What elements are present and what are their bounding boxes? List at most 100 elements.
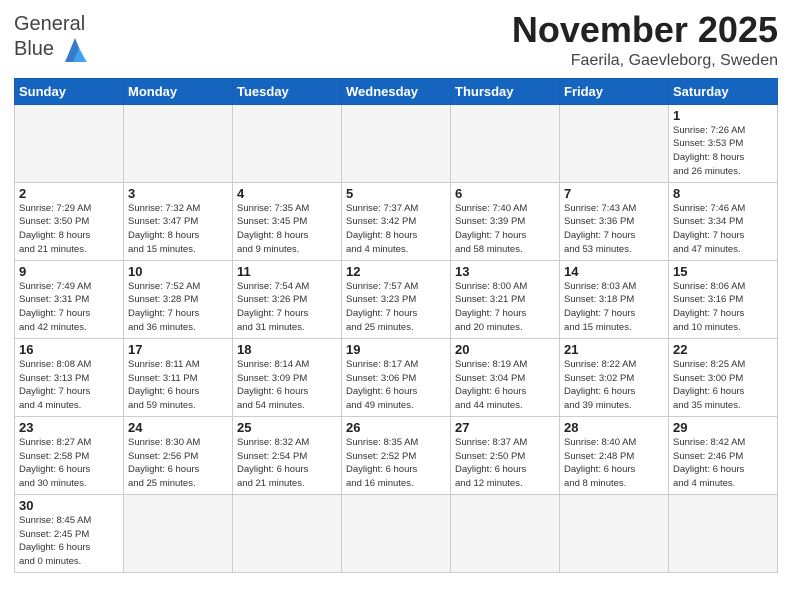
calendar-cell: 2Sunrise: 7:29 AM Sunset: 3:50 PM Daylig… [15, 182, 124, 260]
day-info: Sunrise: 7:49 AM Sunset: 3:31 PM Dayligh… [19, 280, 119, 335]
calendar-cell: 20Sunrise: 8:19 AM Sunset: 3:04 PM Dayli… [451, 338, 560, 416]
weekday-header-saturday: Saturday [669, 78, 778, 104]
calendar-cell [124, 104, 233, 182]
calendar-week-row: 9Sunrise: 7:49 AM Sunset: 3:31 PM Daylig… [15, 260, 778, 338]
day-info: Sunrise: 7:46 AM Sunset: 3:34 PM Dayligh… [673, 202, 773, 257]
day-info: Sunrise: 8:22 AM Sunset: 3:02 PM Dayligh… [564, 358, 664, 413]
calendar-cell: 8Sunrise: 7:46 AM Sunset: 3:34 PM Daylig… [669, 182, 778, 260]
day-number: 20 [455, 342, 555, 357]
day-number: 16 [19, 342, 119, 357]
day-info: Sunrise: 7:54 AM Sunset: 3:26 PM Dayligh… [237, 280, 337, 335]
calendar-cell: 22Sunrise: 8:25 AM Sunset: 3:00 PM Dayli… [669, 338, 778, 416]
calendar-cell: 7Sunrise: 7:43 AM Sunset: 3:36 PM Daylig… [560, 182, 669, 260]
day-number: 25 [237, 420, 337, 435]
calendar-cell: 27Sunrise: 8:37 AM Sunset: 2:50 PM Dayli… [451, 416, 560, 494]
day-number: 4 [237, 186, 337, 201]
day-info: Sunrise: 8:32 AM Sunset: 2:54 PM Dayligh… [237, 436, 337, 491]
day-number: 27 [455, 420, 555, 435]
calendar-cell [342, 494, 451, 572]
day-info: Sunrise: 7:40 AM Sunset: 3:39 PM Dayligh… [455, 202, 555, 257]
calendar-cell: 23Sunrise: 8:27 AM Sunset: 2:58 PM Dayli… [15, 416, 124, 494]
calendar-cell: 29Sunrise: 8:42 AM Sunset: 2:46 PM Dayli… [669, 416, 778, 494]
day-info: Sunrise: 7:57 AM Sunset: 3:23 PM Dayligh… [346, 280, 446, 335]
calendar-cell: 9Sunrise: 7:49 AM Sunset: 3:31 PM Daylig… [15, 260, 124, 338]
day-info: Sunrise: 8:06 AM Sunset: 3:16 PM Dayligh… [673, 280, 773, 335]
calendar-cell [15, 104, 124, 182]
calendar-cell: 6Sunrise: 7:40 AM Sunset: 3:39 PM Daylig… [451, 182, 560, 260]
calendar-cell [669, 494, 778, 572]
calendar-cell: 1Sunrise: 7:26 AM Sunset: 3:53 PM Daylig… [669, 104, 778, 182]
weekday-header-row: SundayMondayTuesdayWednesdayThursdayFrid… [15, 78, 778, 104]
logo: General Blue [14, 14, 93, 64]
day-number: 5 [346, 186, 446, 201]
calendar-cell: 21Sunrise: 8:22 AM Sunset: 3:02 PM Dayli… [560, 338, 669, 416]
day-info: Sunrise: 7:29 AM Sunset: 3:50 PM Dayligh… [19, 202, 119, 257]
calendar-cell: 14Sunrise: 8:03 AM Sunset: 3:18 PM Dayli… [560, 260, 669, 338]
day-number: 18 [237, 342, 337, 357]
day-number: 17 [128, 342, 228, 357]
day-info: Sunrise: 8:40 AM Sunset: 2:48 PM Dayligh… [564, 436, 664, 491]
calendar-cell [342, 104, 451, 182]
header-area: General Blue November 2025 Faerila, Gaev… [14, 10, 778, 70]
day-number: 28 [564, 420, 664, 435]
day-number: 21 [564, 342, 664, 357]
page: General Blue November 2025 Faerila, Gaev… [0, 0, 792, 587]
day-info: Sunrise: 8:37 AM Sunset: 2:50 PM Dayligh… [455, 436, 555, 491]
calendar-cell: 15Sunrise: 8:06 AM Sunset: 3:16 PM Dayli… [669, 260, 778, 338]
day-info: Sunrise: 7:37 AM Sunset: 3:42 PM Dayligh… [346, 202, 446, 257]
calendar-cell: 30Sunrise: 8:45 AM Sunset: 2:45 PM Dayli… [15, 494, 124, 572]
day-info: Sunrise: 7:43 AM Sunset: 3:36 PM Dayligh… [564, 202, 664, 257]
day-info: Sunrise: 7:32 AM Sunset: 3:47 PM Dayligh… [128, 202, 228, 257]
day-info: Sunrise: 8:30 AM Sunset: 2:56 PM Dayligh… [128, 436, 228, 491]
day-info: Sunrise: 8:25 AM Sunset: 3:00 PM Dayligh… [673, 358, 773, 413]
calendar-cell: 4Sunrise: 7:35 AM Sunset: 3:45 PM Daylig… [233, 182, 342, 260]
day-info: Sunrise: 8:03 AM Sunset: 3:18 PM Dayligh… [564, 280, 664, 335]
calendar-cell [124, 494, 233, 572]
day-info: Sunrise: 8:19 AM Sunset: 3:04 PM Dayligh… [455, 358, 555, 413]
day-number: 15 [673, 264, 773, 279]
calendar-week-row: 2Sunrise: 7:29 AM Sunset: 3:50 PM Daylig… [15, 182, 778, 260]
weekday-header-tuesday: Tuesday [233, 78, 342, 104]
day-number: 10 [128, 264, 228, 279]
day-number: 29 [673, 420, 773, 435]
calendar-cell: 11Sunrise: 7:54 AM Sunset: 3:26 PM Dayli… [233, 260, 342, 338]
month-title: November 2025 [512, 10, 778, 50]
day-info: Sunrise: 7:52 AM Sunset: 3:28 PM Dayligh… [128, 280, 228, 335]
day-number: 6 [455, 186, 555, 201]
day-number: 14 [564, 264, 664, 279]
calendar-cell [233, 104, 342, 182]
weekday-header-thursday: Thursday [451, 78, 560, 104]
day-info: Sunrise: 8:17 AM Sunset: 3:06 PM Dayligh… [346, 358, 446, 413]
weekday-header-monday: Monday [124, 78, 233, 104]
day-info: Sunrise: 8:08 AM Sunset: 3:13 PM Dayligh… [19, 358, 119, 413]
day-info: Sunrise: 8:00 AM Sunset: 3:21 PM Dayligh… [455, 280, 555, 335]
calendar-cell: 18Sunrise: 8:14 AM Sunset: 3:09 PM Dayli… [233, 338, 342, 416]
weekday-header-sunday: Sunday [15, 78, 124, 104]
day-info: Sunrise: 8:35 AM Sunset: 2:52 PM Dayligh… [346, 436, 446, 491]
calendar-cell: 19Sunrise: 8:17 AM Sunset: 3:06 PM Dayli… [342, 338, 451, 416]
weekday-header-friday: Friday [560, 78, 669, 104]
day-number: 1 [673, 108, 773, 123]
day-number: 13 [455, 264, 555, 279]
calendar-cell: 16Sunrise: 8:08 AM Sunset: 3:13 PM Dayli… [15, 338, 124, 416]
day-number: 12 [346, 264, 446, 279]
day-info: Sunrise: 8:45 AM Sunset: 2:45 PM Dayligh… [19, 514, 119, 569]
calendar-cell: 10Sunrise: 7:52 AM Sunset: 3:28 PM Dayli… [124, 260, 233, 338]
calendar-week-row: 30Sunrise: 8:45 AM Sunset: 2:45 PM Dayli… [15, 494, 778, 572]
day-number: 3 [128, 186, 228, 201]
day-number: 26 [346, 420, 446, 435]
day-info: Sunrise: 8:11 AM Sunset: 3:11 PM Dayligh… [128, 358, 228, 413]
day-info: Sunrise: 8:14 AM Sunset: 3:09 PM Dayligh… [237, 358, 337, 413]
calendar-week-row: 23Sunrise: 8:27 AM Sunset: 2:58 PM Dayli… [15, 416, 778, 494]
day-number: 23 [19, 420, 119, 435]
title-area: November 2025 Faerila, Gaevleborg, Swede… [512, 10, 778, 70]
calendar-cell [233, 494, 342, 572]
day-number: 19 [346, 342, 446, 357]
day-info: Sunrise: 8:27 AM Sunset: 2:58 PM Dayligh… [19, 436, 119, 491]
day-number: 24 [128, 420, 228, 435]
calendar-cell [451, 104, 560, 182]
calendar-cell: 28Sunrise: 8:40 AM Sunset: 2:48 PM Dayli… [560, 416, 669, 494]
calendar-cell: 25Sunrise: 8:32 AM Sunset: 2:54 PM Dayli… [233, 416, 342, 494]
calendar-cell: 3Sunrise: 7:32 AM Sunset: 3:47 PM Daylig… [124, 182, 233, 260]
calendar-cell: 26Sunrise: 8:35 AM Sunset: 2:52 PM Dayli… [342, 416, 451, 494]
